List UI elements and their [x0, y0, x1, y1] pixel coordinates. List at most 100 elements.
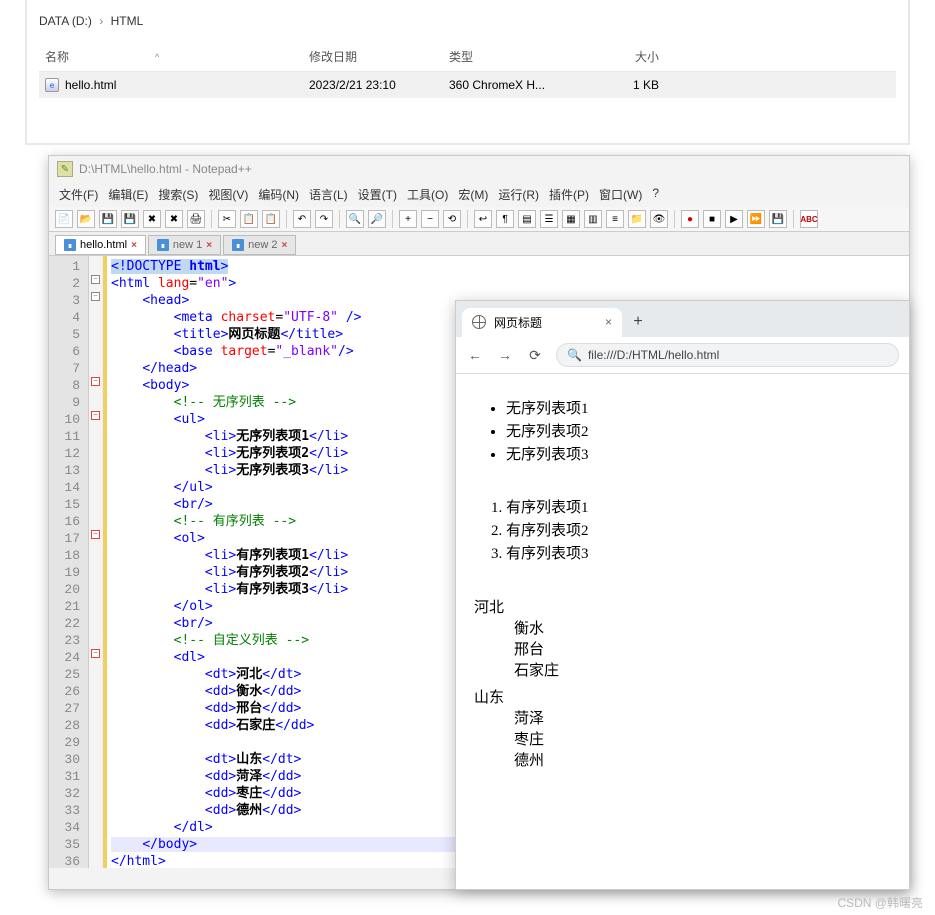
menu-tools[interactable]: 工具(O) — [403, 184, 452, 205]
monitor-icon[interactable]: 👁 — [650, 210, 668, 228]
breadcrumb-folder[interactable]: HTML — [111, 14, 144, 28]
browser-tab[interactable]: 网页标题 × — [462, 308, 622, 337]
address-bar[interactable]: 🔍 file:///D:/HTML/hello.html — [556, 343, 899, 367]
menu-macro[interactable]: 宏(M) — [454, 184, 492, 205]
menu-run[interactable]: 运行(R) — [494, 184, 543, 205]
menu-plugins[interactable]: 插件(P) — [545, 184, 593, 205]
play-icon[interactable]: ▶ — [725, 210, 743, 228]
window-titlebar[interactable]: ✎ D:\HTML\hello.html - Notepad++ — [49, 156, 909, 182]
file-date: 2023/2/21 23:10 — [309, 78, 449, 92]
forward-button[interactable]: → — [496, 346, 514, 364]
new-file-icon[interactable]: 📄 — [55, 210, 73, 228]
menu-encoding[interactable]: 编码(N) — [254, 184, 303, 205]
toolbar: 📄 📂 💾 💾 ✖ ✖ 🖨 ✂ 📋 📋 ↶ ↷ 🔍 🔎 + − ⟲ ↩ ¶ ▤ … — [49, 207, 909, 232]
zoom-out-icon[interactable]: − — [421, 210, 439, 228]
list-item: 有序列表项2 — [506, 518, 891, 541]
col-size-header[interactable]: 大小 — [599, 48, 659, 65]
browser-tab-title: 网页标题 — [494, 314, 542, 331]
menu-view[interactable]: 视图(V) — [204, 184, 252, 205]
tab-hello-html[interactable]: ∎hello.html× — [55, 235, 146, 255]
fold-minus-icon[interactable]: − — [91, 649, 100, 658]
fold-minus-icon[interactable]: − — [91, 377, 100, 386]
chevron-right-icon: › — [95, 14, 107, 28]
menu-window[interactable]: 窗口(W) — [595, 184, 646, 205]
close-all-icon[interactable]: ✖ — [165, 210, 183, 228]
reload-button[interactable]: ⟳ — [526, 346, 544, 364]
paste-icon[interactable]: 📋 — [262, 210, 280, 228]
fold-minus-icon[interactable]: − — [91, 292, 100, 301]
menu-bar: 文件(F) 编辑(E) 搜索(S) 视图(V) 编码(N) 语言(L) 设置(T… — [49, 182, 909, 207]
stop-icon[interactable]: ■ — [703, 210, 721, 228]
def-desc: 衡水 — [514, 617, 891, 638]
wrap-icon[interactable]: ↩ — [474, 210, 492, 228]
def-desc: 菏泽 — [514, 707, 891, 728]
find-icon[interactable]: 🔍 — [346, 210, 364, 228]
indent-guide-icon[interactable]: ▤ — [518, 210, 536, 228]
browser-tabstrip: 网页标题 × + — [456, 301, 909, 337]
new-tab-button[interactable]: + — [626, 310, 650, 334]
file-explorer: DATA (D:) › HTML 名称^ 修改日期 类型 大小 ehello.h… — [25, 0, 910, 145]
list-item: 无序列表项2 — [506, 419, 891, 442]
def-term: 河北 — [474, 596, 891, 617]
col-type-header[interactable]: 类型 — [449, 48, 599, 65]
col-name-header[interactable]: 名称^ — [39, 48, 309, 65]
undo-icon[interactable]: ↶ — [293, 210, 311, 228]
save-macro-icon[interactable]: 💾 — [769, 210, 787, 228]
tab-new-2[interactable]: ∎new 2× — [223, 235, 296, 255]
window-title: D:\HTML\hello.html - Notepad++ — [79, 162, 252, 176]
menu-file[interactable]: 文件(F) — [55, 184, 102, 205]
menu-search[interactable]: 搜索(S) — [154, 184, 202, 205]
menu-settings[interactable]: 设置(T) — [354, 184, 401, 205]
file-list-header: 名称^ 修改日期 类型 大小 — [39, 42, 896, 72]
folder-icon[interactable]: 📁 — [628, 210, 646, 228]
menu-help[interactable]: ? — [648, 184, 663, 205]
fold-minus-icon[interactable]: − — [91, 530, 100, 539]
disk-icon: ∎ — [64, 239, 76, 251]
list-item: 有序列表项3 — [506, 541, 891, 564]
col-date-header[interactable]: 修改日期 — [309, 48, 449, 65]
copy-icon[interactable]: 📋 — [240, 210, 258, 228]
redo-icon[interactable]: ↷ — [315, 210, 333, 228]
print-icon[interactable]: 🖨 — [187, 210, 205, 228]
close-icon[interactable]: ✖ — [143, 210, 161, 228]
file-row[interactable]: ehello.html 2023/2/21 23:10 360 ChromeX … — [39, 72, 896, 98]
back-button[interactable]: ← — [466, 346, 484, 364]
cut-icon[interactable]: ✂ — [218, 210, 236, 228]
tab-close-icon[interactable]: × — [281, 240, 287, 251]
def-desc: 德州 — [514, 749, 891, 770]
close-tab-icon[interactable]: × — [605, 315, 612, 329]
doc-map-icon[interactable]: ▦ — [562, 210, 580, 228]
doc-list-icon[interactable]: ▥ — [584, 210, 602, 228]
menu-edit[interactable]: 编辑(E) — [104, 184, 152, 205]
record-icon[interactable]: ● — [681, 210, 699, 228]
line-numbers: 1234567891011121314151617181920212223242… — [49, 256, 89, 868]
func-list-icon[interactable]: ≡ — [606, 210, 624, 228]
globe-icon — [472, 315, 486, 329]
breadcrumb-root[interactable]: DATA (D:) — [39, 14, 92, 28]
browser-toolbar: ← → ⟳ 🔍 file:///D:/HTML/hello.html — [456, 337, 909, 374]
breadcrumb[interactable]: DATA (D:) › HTML — [39, 10, 896, 42]
tab-new-1[interactable]: ∎new 1× — [148, 235, 221, 255]
url-text: file:///D:/HTML/hello.html — [588, 348, 719, 362]
lang-icon[interactable]: ☰ — [540, 210, 558, 228]
file-size: 1 KB — [599, 78, 659, 92]
spell-icon[interactable]: ABC — [800, 210, 818, 228]
disk-icon: ∎ — [157, 239, 169, 251]
tab-close-icon[interactable]: × — [206, 240, 212, 251]
fold-column[interactable]: − − − − − − — [89, 256, 103, 868]
tab-close-icon[interactable]: × — [131, 240, 137, 251]
save-all-icon[interactable]: 💾 — [121, 210, 139, 228]
play-multi-icon[interactable]: ⏩ — [747, 210, 765, 228]
save-icon[interactable]: 💾 — [99, 210, 117, 228]
menu-language[interactable]: 语言(L) — [305, 184, 352, 205]
sort-arrow-icon: ^ — [75, 52, 159, 62]
fold-minus-icon[interactable]: − — [91, 411, 100, 420]
list-item: 无序列表项1 — [506, 396, 891, 419]
zoom-in-icon[interactable]: + — [399, 210, 417, 228]
open-file-icon[interactable]: 📂 — [77, 210, 95, 228]
replace-icon[interactable]: 🔎 — [368, 210, 386, 228]
file-name: hello.html — [65, 78, 116, 92]
show-chars-icon[interactable]: ¶ — [496, 210, 514, 228]
sync-icon[interactable]: ⟲ — [443, 210, 461, 228]
fold-minus-icon[interactable]: − — [91, 275, 100, 284]
